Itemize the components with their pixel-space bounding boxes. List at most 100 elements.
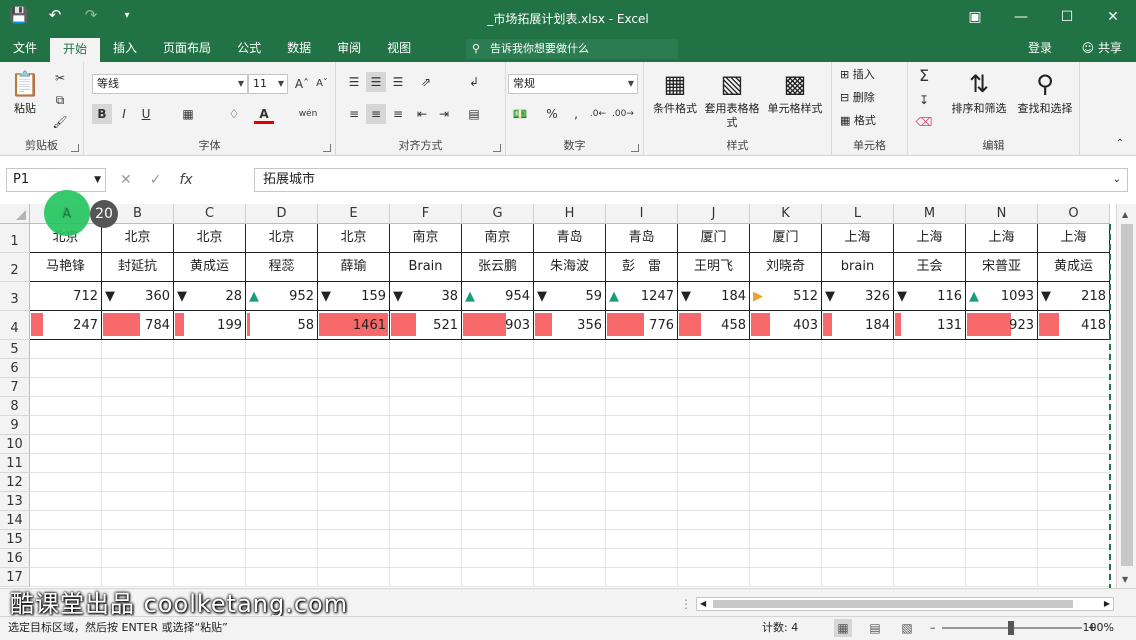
cell[interactable] [174, 511, 246, 530]
underline-button[interactable]: U [136, 104, 156, 124]
cell[interactable] [750, 473, 822, 492]
cell[interactable] [30, 454, 102, 473]
cell[interactable] [606, 435, 678, 454]
column-header[interactable]: G [462, 204, 534, 224]
cell[interactable] [966, 492, 1038, 511]
cell[interactable] [678, 378, 750, 397]
cell[interactable]: 北京 [318, 224, 390, 253]
find-select-button[interactable]: ⚲ 查找和选择 [1012, 68, 1078, 116]
cell[interactable] [174, 492, 246, 511]
tab-4[interactable]: 公式 [224, 36, 274, 62]
cell[interactable]: 712 [30, 282, 102, 311]
cell[interactable] [534, 511, 606, 530]
conditional-formatting-button[interactable]: ▦ 条件格式 [646, 68, 704, 116]
cell[interactable] [750, 397, 822, 416]
cell[interactable] [678, 359, 750, 378]
cell[interactable] [822, 378, 894, 397]
column-header[interactable]: H [534, 204, 606, 224]
cell[interactable] [678, 568, 750, 587]
clipboard-launcher-icon[interactable] [71, 144, 79, 152]
cell[interactable]: 薛瑜 [318, 253, 390, 282]
cell[interactable] [174, 378, 246, 397]
cell[interactable] [894, 530, 966, 549]
cell[interactable] [390, 435, 462, 454]
cell[interactable]: 宋普亚 [966, 253, 1038, 282]
tab-1[interactable]: 开始 [50, 38, 101, 62]
cancel-icon[interactable]: ✕ [120, 168, 132, 192]
cell[interactable] [1038, 492, 1110, 511]
cell[interactable] [462, 378, 534, 397]
bold-button[interactable]: B [92, 104, 112, 124]
row-header[interactable]: 13 [0, 492, 30, 511]
tab-0[interactable]: 文件 [0, 36, 50, 62]
cell[interactable] [30, 473, 102, 492]
vertical-scrollbar[interactable]: ▲ ▼ [1116, 204, 1136, 588]
cell[interactable] [390, 511, 462, 530]
cell[interactable] [750, 359, 822, 378]
tab-6[interactable]: 审阅 [324, 36, 374, 62]
vertical-scroll-thumb[interactable] [1121, 224, 1133, 566]
cell[interactable] [822, 511, 894, 530]
cell[interactable] [966, 473, 1038, 492]
row-header[interactable]: 16 [0, 549, 30, 568]
alignment-launcher-icon[interactable] [493, 144, 501, 152]
cell[interactable]: ▶ 512 [750, 282, 822, 311]
scroll-left-icon[interactable]: ◀ [700, 598, 706, 610]
column-header[interactable]: J [678, 204, 750, 224]
cell[interactable]: 458 [678, 311, 750, 340]
accounting-icon[interactable]: 💵 [510, 104, 530, 124]
cell[interactable] [102, 492, 174, 511]
column-header[interactable]: E [318, 204, 390, 224]
cell[interactable]: 黄成运 [1038, 253, 1110, 282]
cell[interactable]: 184 [822, 311, 894, 340]
cell[interactable] [30, 397, 102, 416]
cell[interactable] [966, 435, 1038, 454]
cell[interactable] [606, 416, 678, 435]
font-name-select[interactable]: 等线 ▼ [92, 74, 248, 94]
cell[interactable]: 403 [750, 311, 822, 340]
cell[interactable] [606, 454, 678, 473]
cell[interactable] [750, 511, 822, 530]
increase-decimal-icon[interactable]: .0← [588, 104, 608, 124]
font-color-icon[interactable]: A [254, 104, 274, 124]
name-box[interactable]: P1 ▼ [6, 168, 106, 192]
align-top-icon[interactable]: ☰ [344, 72, 364, 92]
cell[interactable] [318, 397, 390, 416]
cell[interactable] [822, 416, 894, 435]
row-header[interactable]: 2 [0, 253, 30, 282]
cell[interactable] [966, 416, 1038, 435]
cell[interactable]: 彭 雷 [606, 253, 678, 282]
enter-icon[interactable]: ✓ [150, 168, 162, 192]
sort-filter-button[interactable]: ⇅ 排序和筛选 [946, 68, 1012, 116]
cell[interactable]: 南京 [390, 224, 462, 253]
cell[interactable] [174, 416, 246, 435]
cell[interactable] [102, 435, 174, 454]
column-header[interactable]: L [822, 204, 894, 224]
collapse-ribbon-icon[interactable]: ⌃ [1110, 134, 1130, 154]
cell[interactable]: 马艳锋 [30, 253, 102, 282]
insert-function-icon[interactable]: fx [179, 168, 192, 192]
cell[interactable] [318, 359, 390, 378]
cell[interactable]: 776 [606, 311, 678, 340]
row-header[interactable]: 3 [0, 282, 30, 311]
cell[interactable] [30, 416, 102, 435]
cell[interactable] [246, 492, 318, 511]
cell[interactable] [174, 549, 246, 568]
cell[interactable] [606, 359, 678, 378]
fill-icon[interactable]: ↧ [914, 90, 934, 110]
cell[interactable] [534, 568, 606, 587]
cell[interactable] [102, 340, 174, 359]
cell[interactable]: ▲ 1093 [966, 282, 1038, 311]
cell[interactable] [1038, 568, 1110, 587]
cell[interactable] [102, 454, 174, 473]
orientation-icon[interactable]: ⇗ [416, 72, 436, 92]
format-cells-button[interactable]: ▦ 格式 [840, 112, 876, 130]
cell[interactable]: 418 [1038, 311, 1110, 340]
cell[interactable] [174, 397, 246, 416]
comma-style-icon[interactable]: , [566, 104, 586, 124]
cell-styles-button[interactable]: ▩ 单元格样式 [762, 68, 828, 116]
horizontal-scroll-thumb[interactable] [713, 600, 1073, 608]
page-layout-view-icon[interactable]: ▤ [866, 619, 884, 637]
insert-cells-button[interactable]: ⊞ 插入 [840, 66, 875, 84]
cell[interactable]: 199 [174, 311, 246, 340]
